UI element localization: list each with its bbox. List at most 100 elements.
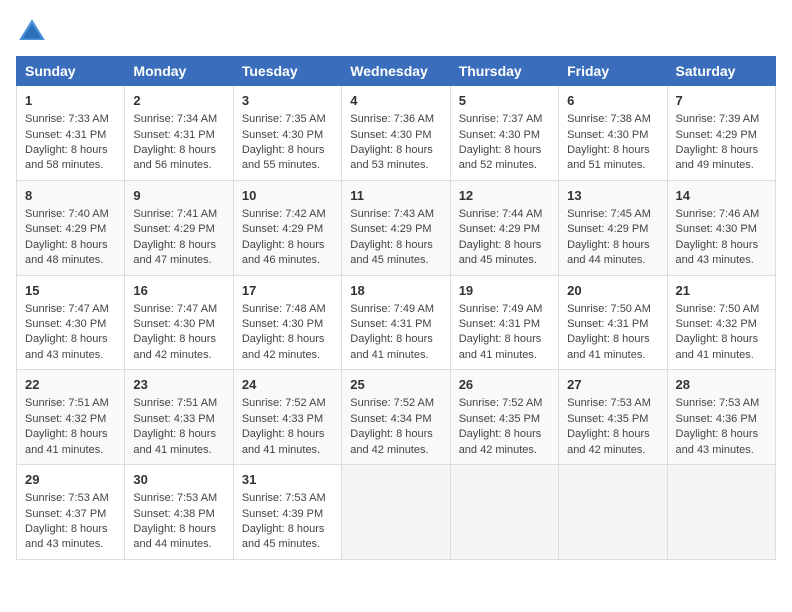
- day-number: 31: [242, 471, 333, 489]
- calendar-cell: 31 Sunrise: 7:53 AMSunset: 4:39 PMDaylig…: [233, 465, 341, 560]
- calendar-cell: 6 Sunrise: 7:38 AMSunset: 4:30 PMDayligh…: [559, 86, 667, 181]
- calendar-cell: 24 Sunrise: 7:52 AMSunset: 4:33 PMDaylig…: [233, 370, 341, 465]
- day-number: 17: [242, 282, 333, 300]
- day-number: 29: [25, 471, 116, 489]
- calendar-week-row: 29 Sunrise: 7:53 AMSunset: 4:37 PMDaylig…: [17, 465, 776, 560]
- day-number: 28: [676, 376, 767, 394]
- day-info: Sunrise: 7:44 AMSunset: 4:29 PMDaylight:…: [459, 208, 543, 266]
- day-number: 3: [242, 92, 333, 110]
- day-info: Sunrise: 7:37 AMSunset: 4:30 PMDaylight:…: [459, 113, 543, 171]
- day-info: Sunrise: 7:53 AMSunset: 4:36 PMDaylight:…: [676, 397, 760, 455]
- calendar-cell: 5 Sunrise: 7:37 AMSunset: 4:30 PMDayligh…: [450, 86, 558, 181]
- day-info: Sunrise: 7:40 AMSunset: 4:29 PMDaylight:…: [25, 208, 109, 266]
- day-number: 6: [567, 92, 658, 110]
- day-number: 12: [459, 187, 550, 205]
- day-number: 30: [133, 471, 224, 489]
- calendar-cell: 12 Sunrise: 7:44 AMSunset: 4:29 PMDaylig…: [450, 180, 558, 275]
- day-info: Sunrise: 7:41 AMSunset: 4:29 PMDaylight:…: [133, 208, 217, 266]
- calendar-cell: 20 Sunrise: 7:50 AMSunset: 4:31 PMDaylig…: [559, 275, 667, 370]
- day-number: 25: [350, 376, 441, 394]
- calendar-cell: 26 Sunrise: 7:52 AMSunset: 4:35 PMDaylig…: [450, 370, 558, 465]
- day-number: 13: [567, 187, 658, 205]
- calendar-week-row: 15 Sunrise: 7:47 AMSunset: 4:30 PMDaylig…: [17, 275, 776, 370]
- day-info: Sunrise: 7:49 AMSunset: 4:31 PMDaylight:…: [350, 303, 434, 361]
- day-info: Sunrise: 7:39 AMSunset: 4:29 PMDaylight:…: [676, 113, 760, 171]
- calendar-cell: 23 Sunrise: 7:51 AMSunset: 4:33 PMDaylig…: [125, 370, 233, 465]
- day-number: 10: [242, 187, 333, 205]
- calendar-cell: 11 Sunrise: 7:43 AMSunset: 4:29 PMDaylig…: [342, 180, 450, 275]
- calendar-cell: 2 Sunrise: 7:34 AMSunset: 4:31 PMDayligh…: [125, 86, 233, 181]
- calendar-cell: [342, 465, 450, 560]
- calendar-week-row: 8 Sunrise: 7:40 AMSunset: 4:29 PMDayligh…: [17, 180, 776, 275]
- calendar-cell: 25 Sunrise: 7:52 AMSunset: 4:34 PMDaylig…: [342, 370, 450, 465]
- day-info: Sunrise: 7:38 AMSunset: 4:30 PMDaylight:…: [567, 113, 651, 171]
- day-number: 27: [567, 376, 658, 394]
- day-number: 4: [350, 92, 441, 110]
- day-number: 2: [133, 92, 224, 110]
- calendar-cell: 29 Sunrise: 7:53 AMSunset: 4:37 PMDaylig…: [17, 465, 125, 560]
- calendar-cell: 22 Sunrise: 7:51 AMSunset: 4:32 PMDaylig…: [17, 370, 125, 465]
- day-number: 16: [133, 282, 224, 300]
- logo-icon: [16, 16, 48, 48]
- day-number: 26: [459, 376, 550, 394]
- header-sunday: Sunday: [17, 57, 125, 86]
- header-thursday: Thursday: [450, 57, 558, 86]
- day-info: Sunrise: 7:50 AMSunset: 4:32 PMDaylight:…: [676, 303, 760, 361]
- day-info: Sunrise: 7:45 AMSunset: 4:29 PMDaylight:…: [567, 208, 651, 266]
- day-number: 19: [459, 282, 550, 300]
- calendar-cell: 15 Sunrise: 7:47 AMSunset: 4:30 PMDaylig…: [17, 275, 125, 370]
- header-wednesday: Wednesday: [342, 57, 450, 86]
- day-info: Sunrise: 7:53 AMSunset: 4:35 PMDaylight:…: [567, 397, 651, 455]
- calendar-cell: 10 Sunrise: 7:42 AMSunset: 4:29 PMDaylig…: [233, 180, 341, 275]
- header-saturday: Saturday: [667, 57, 775, 86]
- day-info: Sunrise: 7:50 AMSunset: 4:31 PMDaylight:…: [567, 303, 651, 361]
- calendar: SundayMondayTuesdayWednesdayThursdayFrid…: [16, 56, 776, 560]
- calendar-cell: 21 Sunrise: 7:50 AMSunset: 4:32 PMDaylig…: [667, 275, 775, 370]
- day-number: 18: [350, 282, 441, 300]
- calendar-cell: 18 Sunrise: 7:49 AMSunset: 4:31 PMDaylig…: [342, 275, 450, 370]
- day-info: Sunrise: 7:51 AMSunset: 4:33 PMDaylight:…: [133, 397, 217, 455]
- day-info: Sunrise: 7:52 AMSunset: 4:34 PMDaylight:…: [350, 397, 434, 455]
- calendar-cell: 13 Sunrise: 7:45 AMSunset: 4:29 PMDaylig…: [559, 180, 667, 275]
- day-info: Sunrise: 7:48 AMSunset: 4:30 PMDaylight:…: [242, 303, 326, 361]
- day-number: 1: [25, 92, 116, 110]
- day-number: 22: [25, 376, 116, 394]
- calendar-cell: 9 Sunrise: 7:41 AMSunset: 4:29 PMDayligh…: [125, 180, 233, 275]
- logo: [16, 16, 52, 48]
- day-number: 8: [25, 187, 116, 205]
- day-info: Sunrise: 7:43 AMSunset: 4:29 PMDaylight:…: [350, 208, 434, 266]
- day-info: Sunrise: 7:47 AMSunset: 4:30 PMDaylight:…: [133, 303, 217, 361]
- day-info: Sunrise: 7:49 AMSunset: 4:31 PMDaylight:…: [459, 303, 543, 361]
- calendar-week-row: 22 Sunrise: 7:51 AMSunset: 4:32 PMDaylig…: [17, 370, 776, 465]
- calendar-cell: 1 Sunrise: 7:33 AMSunset: 4:31 PMDayligh…: [17, 86, 125, 181]
- day-info: Sunrise: 7:42 AMSunset: 4:29 PMDaylight:…: [242, 208, 326, 266]
- calendar-cell: 14 Sunrise: 7:46 AMSunset: 4:30 PMDaylig…: [667, 180, 775, 275]
- calendar-cell: 8 Sunrise: 7:40 AMSunset: 4:29 PMDayligh…: [17, 180, 125, 275]
- day-number: 23: [133, 376, 224, 394]
- day-number: 20: [567, 282, 658, 300]
- day-number: 21: [676, 282, 767, 300]
- calendar-week-row: 1 Sunrise: 7:33 AMSunset: 4:31 PMDayligh…: [17, 86, 776, 181]
- day-info: Sunrise: 7:51 AMSunset: 4:32 PMDaylight:…: [25, 397, 109, 455]
- day-number: 9: [133, 187, 224, 205]
- header-monday: Monday: [125, 57, 233, 86]
- calendar-cell: 27 Sunrise: 7:53 AMSunset: 4:35 PMDaylig…: [559, 370, 667, 465]
- day-number: 7: [676, 92, 767, 110]
- day-info: Sunrise: 7:52 AMSunset: 4:33 PMDaylight:…: [242, 397, 326, 455]
- day-number: 14: [676, 187, 767, 205]
- calendar-cell: 17 Sunrise: 7:48 AMSunset: 4:30 PMDaylig…: [233, 275, 341, 370]
- day-number: 11: [350, 187, 441, 205]
- day-info: Sunrise: 7:35 AMSunset: 4:30 PMDaylight:…: [242, 113, 326, 171]
- calendar-cell: 7 Sunrise: 7:39 AMSunset: 4:29 PMDayligh…: [667, 86, 775, 181]
- calendar-cell: 30 Sunrise: 7:53 AMSunset: 4:38 PMDaylig…: [125, 465, 233, 560]
- header-tuesday: Tuesday: [233, 57, 341, 86]
- calendar-cell: [450, 465, 558, 560]
- calendar-cell: 19 Sunrise: 7:49 AMSunset: 4:31 PMDaylig…: [450, 275, 558, 370]
- day-info: Sunrise: 7:52 AMSunset: 4:35 PMDaylight:…: [459, 397, 543, 455]
- day-info: Sunrise: 7:33 AMSunset: 4:31 PMDaylight:…: [25, 113, 109, 171]
- calendar-header-row: SundayMondayTuesdayWednesdayThursdayFrid…: [17, 57, 776, 86]
- header-friday: Friday: [559, 57, 667, 86]
- day-info: Sunrise: 7:53 AMSunset: 4:37 PMDaylight:…: [25, 492, 109, 550]
- day-info: Sunrise: 7:46 AMSunset: 4:30 PMDaylight:…: [676, 208, 760, 266]
- day-info: Sunrise: 7:47 AMSunset: 4:30 PMDaylight:…: [25, 303, 109, 361]
